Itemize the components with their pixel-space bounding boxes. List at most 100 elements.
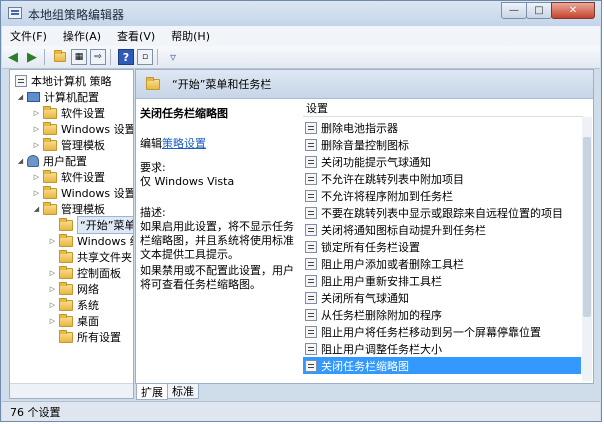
folder-icon [59,265,73,279]
tree-item-windows-settings[interactable]: ▷ Windows 设置 [32,121,133,137]
tree-item-user-software-settings[interactable]: ▷ 软件设置 [32,169,105,185]
list-item[interactable]: 关闭任务栏缩略图 [303,357,581,374]
menu-file[interactable]: 文件(F) [2,28,55,44]
app-icon [8,7,22,19]
expand-icon[interactable]: ▷ [32,173,41,181]
folder-icon [59,329,73,343]
tree-item-user-config[interactable]: ◢ 用户配置 [16,153,87,169]
help-icon[interactable]: ? [118,49,134,65]
title-bar[interactable]: 本地组策略编辑器 — □ ✕ [1,1,601,26]
expand-icon[interactable]: ▷ [48,269,57,277]
expand-icon[interactable]: ▷ [48,285,57,293]
tree-item-system[interactable]: ▷ 系统 [48,297,99,313]
expand-icon[interactable]: ▷ [32,125,41,133]
forward-icon[interactable]: ▶ [24,49,40,65]
list-item[interactable]: 阻止用户重新安排工具栏 [303,272,581,289]
list-item-label: 不允许在跳转列表中附加项目 [321,172,464,186]
list-item-label: 关闭功能提示气球通知 [321,155,431,169]
tree-item-network[interactable]: ▷ 网络 [48,281,99,297]
folder-icon [43,169,57,183]
pane-title: “开始”菜单和任务栏 [172,78,272,91]
close-button[interactable]: ✕ [551,2,595,19]
export-list-icon[interactable]: ⇨ [90,49,106,65]
editor-window: 本地组策略编辑器 — □ ✕ 文件(F) 操作(A) 查看(V) 帮助(H) ◀… [0,0,602,422]
user-icon [27,155,39,167]
back-icon[interactable]: ◀ [5,49,21,65]
tree-item-shared-folders[interactable]: 共享文件夹 [48,249,132,265]
list-item[interactable]: 不允许在跳转列表中附加项目 [303,170,581,187]
list-item-label: 关闭所有气球通知 [321,291,409,305]
settings-list: 设置 删除电池指示器删除音量控制图标关闭功能提示气球通知不允许在跳转列表中附加项… [301,99,593,383]
show-hide-tree-icon[interactable]: ▦ [71,49,87,65]
policy-setting-icon [305,155,317,168]
expand-icon[interactable]: ▷ [32,109,41,117]
tree-item-windows-components[interactable]: ▷ Windows 组 [48,233,133,249]
list-item[interactable]: 删除音量控制图标 [303,136,581,153]
list-item[interactable]: 关闭所有气球通知 [303,289,581,306]
properties-icon[interactable]: ▫ [137,49,153,65]
edit-policy-link[interactable]: 策略设置 [162,137,206,150]
tree-horizontal-scrollbar[interactable] [10,383,133,398]
column-header-settings[interactable]: 设置 [303,99,583,117]
up-folder-icon[interactable] [52,49,68,65]
list-item[interactable]: 从任务栏删除附加的程序 [303,306,581,323]
maximize-button[interactable]: □ [526,2,552,19]
tree-item-all-settings[interactable]: 所有设置 [48,329,121,345]
list-item[interactable]: 关闭功能提示气球通知 [303,153,581,170]
expand-icon[interactable]: ▷ [32,141,41,149]
toolbar-divider [157,49,158,65]
list-item[interactable]: 阻止用户将任务栏移动到另一个屏幕停靠位置 [303,323,581,340]
filter-icon[interactable]: ▿ [165,49,181,65]
list-item[interactable]: 锁定所有任务栏设置 [303,238,581,255]
policy-setting-icon [305,223,317,236]
expand-icon[interactable]: ▷ [48,317,57,325]
menu-help[interactable]: 帮助(H) [163,28,218,44]
tab-extended[interactable]: 扩展 [136,384,168,400]
tree-item-software-settings[interactable]: ▷ 软件设置 [32,105,105,121]
list-vertical-scrollbar[interactable] [582,117,592,381]
scrollbar-thumb[interactable] [583,137,591,317]
expand-icon[interactable]: ▷ [48,237,57,245]
policy-setting-icon [305,291,317,304]
expand-icon[interactable]: ▷ [48,301,57,309]
policy-setting-icon [305,189,317,202]
policy-setting-icon [305,121,317,134]
tree-item-user-admin-templates[interactable]: ◢ 管理模板 [32,201,105,217]
collapse-icon[interactable]: ◢ [16,93,25,101]
requirements: 要求: 仅 Windows Vista [140,161,235,188]
list-item[interactable]: 阻止用户添加或者删除工具栏 [303,255,581,272]
list-item[interactable]: 不要在跳转列表中显示或跟踪来自远程位置的项目 [303,204,581,221]
list-item-label: 不允许将程序附加到任务栏 [321,189,453,203]
tree-item-desktop[interactable]: ▷ 桌面 [48,313,99,329]
list-item[interactable]: 关闭将通知图标自动提升到任务栏 [303,221,581,238]
tree-item-computer-config[interactable]: ◢ 计算机配置 [16,89,99,105]
policy-setting-icon [305,342,317,355]
tree-item-control-panel[interactable]: ▷ 控制面板 [48,265,121,281]
menu-action[interactable]: 操作(A) [55,28,109,44]
menu-view[interactable]: 查看(V) [109,28,163,44]
tree-item-user-windows-settings[interactable]: ▷ Windows 设置 [32,185,133,201]
policy-setting-icon [305,138,317,151]
list-item-label: 锁定所有任务栏设置 [321,240,420,254]
tree-item-admin-templates[interactable]: ▷ 管理模板 [32,137,105,153]
collapse-icon[interactable]: ◢ [16,157,25,165]
list-item-label: 阻止用户调整任务栏大小 [321,342,442,356]
description-more: 如果禁用或不配置此设置，用户将可查看任务栏缩略图。 [140,264,294,291]
tree-root[interactable]: 本地计算机 策略 [13,73,112,89]
navigation-tree: 本地计算机 策略 ◢ 计算机配置 ▷ 软件设置 ▷ Windows 设置 ▷ 管… [9,69,134,399]
minimize-button[interactable]: — [501,2,527,19]
list-item[interactable]: 删除电池指示器 [303,119,581,136]
tree-item-start-menu[interactable]: “开始”菜单 [48,216,133,234]
window-controls: — □ ✕ [501,2,595,20]
list-item-label: 删除音量控制图标 [321,138,409,152]
list-item-label: 阻止用户添加或者删除工具栏 [321,257,464,271]
tab-standard[interactable]: 标准 [167,384,199,399]
collapse-icon[interactable]: ◢ [32,205,41,213]
folder-icon [59,217,73,231]
list-item[interactable]: 不允许将程序附加到任务栏 [303,187,581,204]
edit-line: 编辑策略设置 [140,137,206,150]
list-item[interactable]: 阻止用户调整任务栏大小 [303,340,581,357]
details-pane: “开始”菜单和任务栏 关闭任务栏缩略图 编辑策略设置 要求: 仅 Windows… [135,69,594,384]
expand-icon[interactable]: ▷ [32,189,41,197]
policy-setting-icon [305,206,317,219]
